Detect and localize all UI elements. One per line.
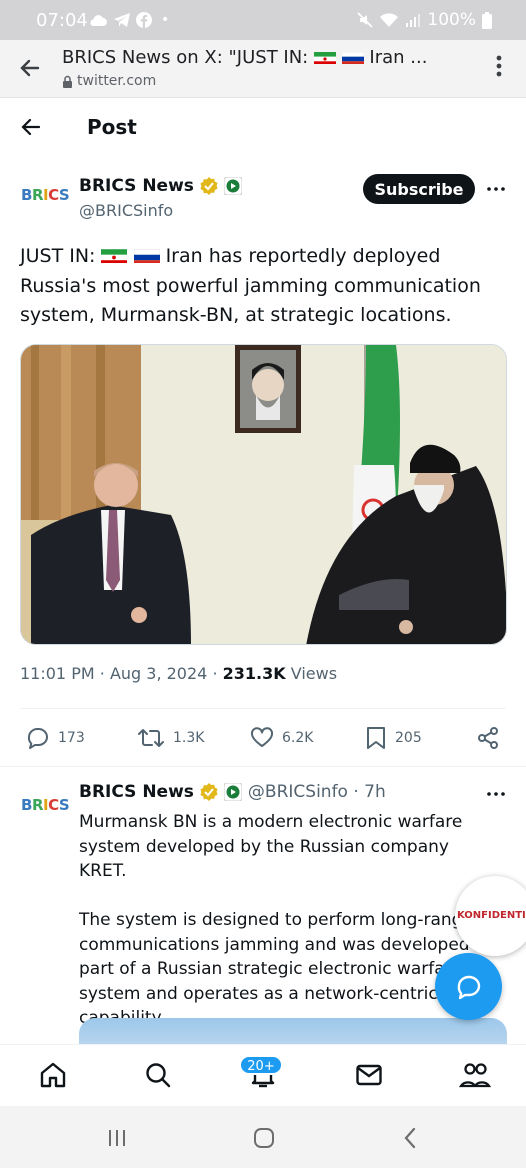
reply-button[interactable]: 173 xyxy=(26,726,85,750)
share-icon xyxy=(478,727,498,749)
repost-icon xyxy=(138,729,164,747)
tweet-photo[interactable] xyxy=(20,344,507,645)
kebab-menu-icon[interactable] xyxy=(496,54,502,78)
meta-separator: · xyxy=(212,664,218,683)
back-arrow-icon[interactable] xyxy=(20,116,42,138)
more-options-icon[interactable] xyxy=(487,187,505,191)
author-name[interactable]: BRICS News xyxy=(79,176,242,196)
status-system-icons: 100% xyxy=(357,10,492,30)
browser-back-icon[interactable] xyxy=(18,56,42,80)
notifications-badge: 20+ xyxy=(239,1055,283,1075)
url-text: twitter.com xyxy=(77,73,157,89)
share-button[interactable] xyxy=(476,726,500,750)
bookmark-icon xyxy=(367,727,385,749)
divider xyxy=(0,766,526,767)
back-nav-icon[interactable] xyxy=(403,1127,417,1149)
affiliate-badge-icon xyxy=(223,177,242,195)
browser-page-title[interactable]: BRICS News on X: "JUST IN: Iran ... xyxy=(62,47,427,68)
tweet-author: BRICS BRICS News @BRICSinfo Subscribe xyxy=(0,168,526,228)
repost-button[interactable]: 1.3K xyxy=(137,726,204,750)
mute-icon xyxy=(357,12,373,28)
signal-icon xyxy=(406,14,421,27)
page-title: Post xyxy=(87,115,137,139)
reply-author-name-text: BRICS News xyxy=(79,782,194,802)
meeting-photo xyxy=(21,345,506,644)
reply-paragraph: Murmansk BN is a modern electronic warfa… xyxy=(79,812,463,881)
like-icon xyxy=(250,727,274,747)
author-handle[interactable]: @BRICSinfo xyxy=(79,201,173,220)
more-options-icon[interactable] xyxy=(487,792,505,796)
views-count: 231.3K xyxy=(222,664,286,683)
reply-paragraph: The system is designed to perform long-r… xyxy=(79,910,494,1028)
likes-count: 6.2K xyxy=(282,730,314,746)
lock-icon xyxy=(63,75,72,88)
like-button[interactable]: 6.2K xyxy=(250,726,313,750)
post-header: Post xyxy=(0,98,526,158)
home-icon[interactable] xyxy=(39,1061,67,1089)
divider xyxy=(20,708,506,709)
reposts-count: 1.3K xyxy=(173,730,205,746)
browser-url[interactable]: twitter.com xyxy=(62,73,156,89)
iran-flag-icon xyxy=(101,246,128,263)
page-title-prefix: BRICS News on X: "JUST IN: xyxy=(62,47,314,68)
messages-icon[interactable] xyxy=(355,1061,383,1089)
tweet-actions: 173 1.3K 6.2K 205 xyxy=(0,720,526,756)
replies-count: 173 xyxy=(58,730,85,746)
compose-icon xyxy=(457,975,480,999)
browser-toolbar: BRICS News on X: "JUST IN: Iran ... twit… xyxy=(0,40,526,98)
meta-separator: · xyxy=(99,664,105,683)
russia-flag-icon xyxy=(133,246,160,263)
home-nav-icon[interactable] xyxy=(253,1127,275,1149)
subscribe-button[interactable]: Subscribe xyxy=(363,174,475,204)
reply-icon xyxy=(27,728,48,749)
tweet-meta: 11:01 PM · Aug 3, 2024 · 231.3K Views xyxy=(20,664,337,683)
tweet-time[interactable]: 11:01 PM xyxy=(20,664,95,683)
battery-icon xyxy=(482,11,492,29)
iran-flag-icon xyxy=(313,50,336,64)
communities-icon[interactable] xyxy=(459,1061,491,1089)
reply-handle-time: @BRICSinfo · 7h xyxy=(247,782,386,802)
system-nav-bar xyxy=(0,1106,526,1168)
wifi-icon xyxy=(380,13,399,27)
status-bar: 07:04 • 100% xyxy=(0,0,526,40)
telegram-icon xyxy=(114,13,130,27)
sticker-text: KONFIDENTIELL xyxy=(457,910,526,921)
bottom-tab-bar: 20+ xyxy=(0,1044,526,1106)
bookmark-button[interactable]: 205 xyxy=(365,726,422,750)
avatar[interactable]: BRICS xyxy=(21,186,70,204)
recents-icon[interactable] xyxy=(107,1128,127,1148)
status-time: 07:04 xyxy=(36,10,88,31)
russia-flag-icon xyxy=(341,50,364,64)
cloud-icon xyxy=(90,15,107,26)
status-notification-icons: • xyxy=(88,12,169,28)
affiliate-badge-icon xyxy=(223,783,242,801)
verified-gold-icon xyxy=(200,177,218,195)
author-name-text: BRICS News xyxy=(79,176,194,196)
views-label: Views xyxy=(290,664,338,683)
verified-gold-icon xyxy=(200,783,218,801)
tweet-date[interactable]: Aug 3, 2024 xyxy=(110,664,207,683)
reply-avatar[interactable]: BRICS xyxy=(21,796,70,814)
tweet-text: JUST IN: Iran has reportedly deployed Ru… xyxy=(20,242,500,331)
reply-author-name[interactable]: BRICS News @BRICSinfo · 7h xyxy=(79,782,386,802)
battery-percent: 100% xyxy=(427,10,476,30)
floating-sticker[interactable]: KONFIDENTIELL xyxy=(455,876,526,956)
search-icon[interactable] xyxy=(144,1061,172,1089)
facebook-icon xyxy=(136,12,152,28)
bookmarks-count: 205 xyxy=(395,730,422,746)
status-dot: • xyxy=(161,12,170,28)
page-title-suffix: Iran ... xyxy=(363,47,428,68)
compose-button[interactable] xyxy=(435,953,502,1020)
tweet-text-prefix: JUST IN: xyxy=(20,245,102,267)
